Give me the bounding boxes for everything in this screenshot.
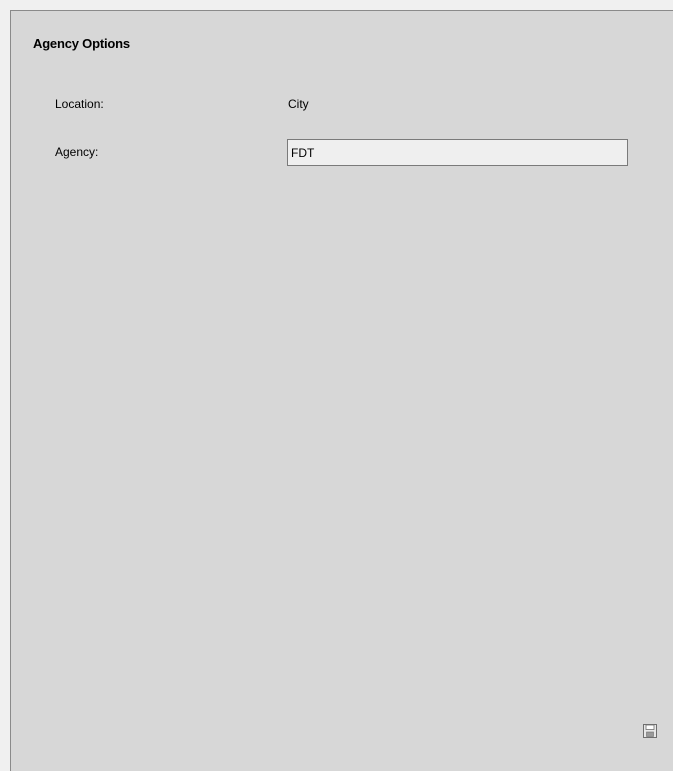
save-button[interactable] xyxy=(641,723,659,741)
agency-label: Agency: xyxy=(55,145,99,159)
location-value: City xyxy=(288,97,309,111)
panel-title: Agency Options xyxy=(33,36,130,51)
location-label: Location: xyxy=(55,97,104,111)
agency-input[interactable] xyxy=(287,139,628,166)
save-icon xyxy=(643,723,657,738)
agency-options-panel: Agency Options Location: City Agency: xyxy=(10,10,673,771)
